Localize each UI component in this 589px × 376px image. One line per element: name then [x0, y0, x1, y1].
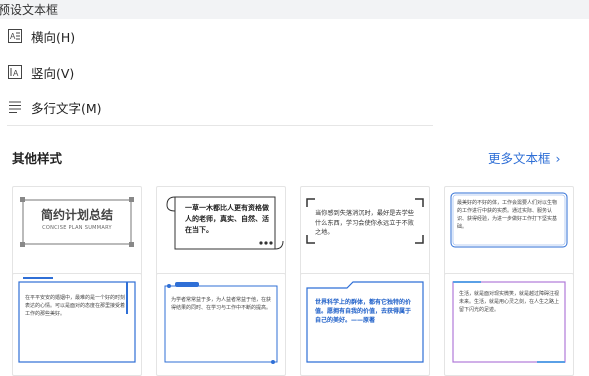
card-6-text: 为学者常常益于多，为人益者常益于他，在获得结果的同时、在学习与工作中不断的提高。 [171, 297, 272, 311]
card-5-frame [18, 277, 136, 363]
vertical-textbox-icon: A [7, 64, 23, 80]
panel-header: 预设文本框 [0, 0, 589, 19]
chevron-right-icon: › [555, 151, 561, 166]
card-1-title: 简约计划总结 [40, 208, 113, 222]
svg-text:A: A [10, 32, 16, 41]
divider [7, 125, 433, 126]
more-textboxes-link[interactable]: 更多文本框 › [488, 148, 561, 167]
card-4-text: 最美好的不好的体，工作会需要人们对以生物的工作进行中获的实质。通过实际、服务认识… [457, 200, 558, 230]
card-6-frame [164, 282, 278, 364]
multiline-text-option[interactable]: 多行文字(M) [7, 96, 102, 118]
multiline-text-label: 多行文字(M) [31, 100, 102, 116]
multiline-text-icon [7, 99, 23, 115]
card-8-text: 生活，就是面对现实微笑，就是越过障碍注视未来。生活，就是用心灵之剑，在人生之路上… [459, 291, 560, 313]
textbox-style-card-8[interactable]: 生活，就是面对现实微笑，就是越过障碍注视未来。生活，就是用心灵之剑，在人生之路上… [444, 273, 574, 376]
more-textboxes-label: 更多文本框 [488, 151, 551, 166]
textbox-style-card-7[interactable]: 世界科学上的群体，都有它独特的价值。愿拥有自我的价值，去获得属于自己的美好。——… [300, 273, 430, 376]
svg-text:A: A [13, 69, 19, 78]
textbox-style-card-5[interactable]: 在平平安安的婚姻中，最难的是一个好的时刻表达的心情。可以是面对的态度在那里接受着… [12, 273, 142, 376]
other-styles-title: 其他样式 [12, 151, 63, 166]
card-7-text: 世界科学上的群体，都有它独特的价值。愿拥有自我的价值，去获得属于自己的美好。——… [315, 299, 412, 324]
panel-title: 预设文本框 [0, 3, 59, 17]
horizontal-textbox-label: 横向(H) [31, 29, 76, 45]
card-3-text: 当你感到失落消沉时，最好是去学些什么东西，学习会使你永远立于不败之地。 [315, 210, 414, 236]
card-2-text: 一草一木都比人更有资格做人的老师，真实、自然、活在当下。 [185, 204, 269, 234]
horizontal-textbox-icon: A [7, 28, 23, 44]
card-5-text: 在平平安安的婚姻中，最难的是一个好的时刻表达的心情。可以是面对的态度在那里接受着… [25, 295, 126, 317]
vertical-textbox-label: 竖向(V) [31, 65, 75, 81]
card-1-subtitle: CONCISE PLAN SUMMARY [42, 225, 112, 231]
horizontal-textbox-option[interactable]: A 横向(H) [7, 25, 75, 47]
vertical-textbox-option[interactable]: A 竖向(V) [7, 61, 74, 83]
textbox-style-card-6[interactable]: 为学者常常益于多，为人益者常益于他，在获得结果的同时、在学习与工作中不断的提高。 [156, 273, 286, 376]
